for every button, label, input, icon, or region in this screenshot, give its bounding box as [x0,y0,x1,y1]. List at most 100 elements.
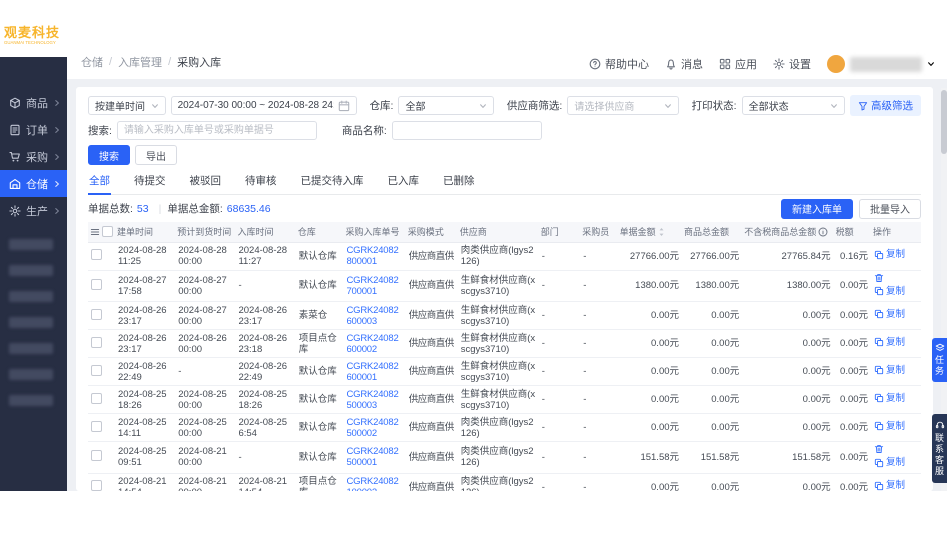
copy-label: 复制 [886,393,905,404]
breadcrumb-item[interactable]: 采购入库 [177,54,221,70]
create-inbound-button[interactable]: 新建入库单 [781,199,853,219]
row-checkbox[interactable] [91,365,102,376]
topnav-action-help[interactable]: 帮助中心 [589,56,649,72]
tab-待审核[interactable]: 待审核 [244,169,278,194]
tab-全部[interactable]: 全部 [88,169,111,195]
copy-button[interactable]: 复制 [874,421,905,432]
export-button[interactable]: 导出 [135,145,177,165]
scrollbar-thumb[interactable] [941,90,947,154]
tab-待提交[interactable]: 待提交 [133,169,167,194]
cell-operations: 复制 [871,386,921,414]
order-link[interactable]: CGRK24082700001 [346,275,398,297]
copy-button[interactable]: 复制 [874,457,905,468]
row-checkbox[interactable] [91,279,102,290]
customer-service-toggle[interactable]: 联系客服 [932,414,947,483]
delete-button[interactable] [874,273,884,283]
copy-button[interactable]: 复制 [874,480,905,491]
order-link[interactable]: CGRK24082600001 [346,361,398,383]
row-checkbox[interactable] [91,480,102,491]
sidebar-item-采购[interactable]: 采购 [0,143,67,170]
date-range-input[interactable]: 2024-07-30 00:00 ~ 2024-08-28 24:00 [171,96,357,115]
time-type-select[interactable]: 按建单时间 [88,96,166,115]
search-input[interactable] [117,121,317,140]
cell-department: - [539,330,581,358]
cell-order-amount: 0.00元 [618,473,682,491]
cell-goods-total-excl-tax: 151.58元 [742,442,833,474]
row-checkbox[interactable] [91,309,102,320]
doc-count-value: 53 [137,203,149,215]
sidebar-item-生产[interactable]: 生产 [0,197,67,224]
cell-order-amount: 1380.00元 [618,270,682,302]
batch-import-button[interactable]: 批量导入 [859,199,921,219]
advanced-filter-button[interactable]: 高级筛选 [850,95,921,116]
copy-button[interactable]: 复制 [874,337,905,348]
column-label: 预计到货时间 [177,225,231,238]
cell-purchase-mode: 供应商直供 [406,302,458,330]
topnav-action-apps[interactable]: 应用 [719,56,757,72]
sidebar-item-订单[interactable]: 订单 [0,116,67,143]
col-goods-total-amount: 商品总金额 [682,222,742,242]
sidebar-item-redacted [9,239,53,250]
order-link[interactable]: CGRK24082500003 [346,389,398,411]
row-checkbox[interactable] [91,337,102,348]
order-link[interactable]: CGRK24082500002 [346,417,398,439]
copy-button[interactable]: 复制 [874,249,905,260]
filter-row-2: 搜索: 商品名称: [88,121,921,140]
cell-operations: 复制 [871,302,921,330]
product-name-input[interactable] [392,121,542,140]
row-checkbox[interactable] [91,421,102,432]
order-link[interactable]: CGRK24082600002 [346,333,398,355]
chevron-down-icon [664,102,672,110]
breadcrumb-item[interactable]: 仓储 [81,54,103,70]
cell-order-no: CGRK24082500003 [343,386,405,414]
copy-button[interactable]: 复制 [874,393,905,404]
search-button[interactable]: 搜索 [88,145,130,165]
user-menu[interactable] [827,55,935,73]
sidebar-item-仓储[interactable]: 仓储 [0,170,67,197]
cell-expected-arrival: 2024-08-28 00:00 [175,242,235,270]
warehouse-select[interactable]: 全部 [398,96,493,115]
cell-created-time: 2024-08-26 22:49 [115,358,175,386]
cell-supplier: 生鲜食材供应商(xscgys3710) [458,302,539,330]
cell-tax: 0.00元 [834,302,871,330]
row-checkbox[interactable] [91,393,102,404]
cell-department: - [539,302,581,330]
print-status-select[interactable]: 全部状态 [742,96,845,115]
cell-order-no: CGRK24082500001 [343,442,405,474]
cell-buyer: - [580,414,617,442]
chevron-right-icon [53,99,61,107]
copy-label: 复制 [886,337,905,348]
cell-order-no: CGRK24082600001 [343,358,405,386]
delete-button[interactable] [874,444,884,454]
cell-buyer: - [580,330,617,358]
topnav-action-gear[interactable]: 设置 [773,56,811,72]
sidebar-item-商品[interactable]: 商品 [0,89,67,116]
cell-supplier: 肉类供应商(lgys2126) [458,473,539,491]
row-checkbox[interactable] [91,249,102,260]
cell-inbound-time: 2024-08-26 23:18 [235,330,295,358]
task-panel-toggle[interactable]: 任务 [932,338,947,382]
copy-button[interactable]: 复制 [874,365,905,376]
supplier-select[interactable]: 请选择供应商 [567,96,678,115]
cell-expected-arrival: 2024-08-25 00:00 [175,386,235,414]
copy-button[interactable]: 复制 [874,309,905,320]
filter-row-3: 搜索 导出 [88,145,921,165]
tab-已删除[interactable]: 已删除 [442,169,476,194]
order-link[interactable]: CGRK24082500001 [346,446,398,468]
order-link[interactable]: CGRK24082100002 [346,476,398,491]
topnav-action-bell[interactable]: 消息 [665,56,703,72]
tab-被驳回[interactable]: 被驳回 [189,169,223,194]
tab-已提交待入库[interactable]: 已提交待入库 [300,169,365,194]
chevron-right-icon [53,126,61,134]
breadcrumb-item[interactable]: 入库管理 [118,54,162,70]
order-link[interactable]: CGRK24082800001 [346,245,398,267]
select-all-checkbox[interactable] [102,226,113,237]
cell-expected-arrival: 2024-08-21 00:00 [175,442,235,474]
table-row: 2024-08-25 09:512024-08-21 00:00-默认仓库CGR… [88,442,921,474]
order-link[interactable]: CGRK24082600003 [346,305,398,327]
copy-button[interactable]: 复制 [874,286,905,297]
cell-inbound-time: 2024-08-25 6:54 [235,414,295,442]
cell-checkbox [88,270,115,302]
tab-已入库[interactable]: 已入库 [387,169,421,194]
row-checkbox[interactable] [91,450,102,461]
